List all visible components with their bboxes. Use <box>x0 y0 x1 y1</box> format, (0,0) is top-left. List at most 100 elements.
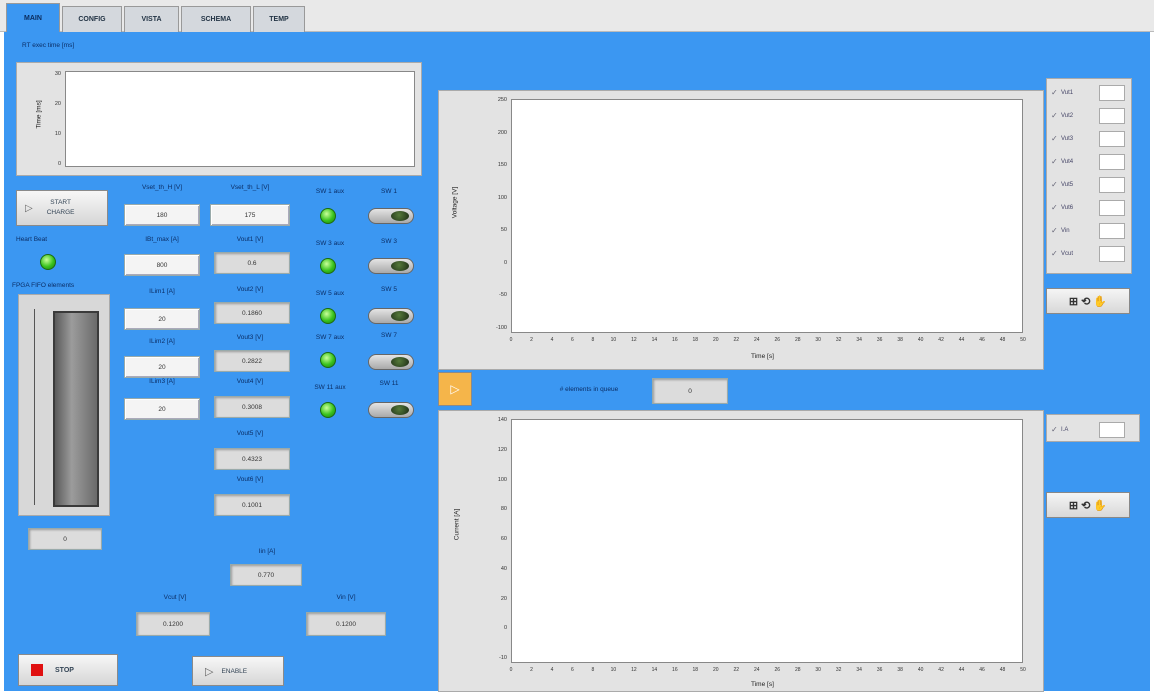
enable-button[interactable]: ▷ ENABLE <box>192 656 284 686</box>
vout1-label: Vout1 [V] <box>236 236 264 243</box>
legend-item-vut3[interactable]: ✓ Vut3 <box>1051 129 1129 148</box>
current-chart-frame: Current [A] 140 120 100 80 60 40 20 0 -10 024681… <box>438 410 1044 692</box>
x-tick-label: 32 <box>835 337 842 343</box>
legend-item-vcut[interactable]: ✓ Vcut <box>1051 244 1129 263</box>
vin-label: Vin [V] <box>336 594 356 601</box>
voltage-legend: ✓ Vut1 ✓ Vut2 ✓ Vut3 ✓ Vut4 ✓ Vut5 ✓ Vut6 ✓ Vin… <box>1046 78 1132 274</box>
x-tick-label: 44 <box>958 337 965 343</box>
x-tick-label: 16 <box>672 337 678 343</box>
start-charge-button[interactable]: ▷ START CHARGE <box>16 190 108 226</box>
check-icon: ✓ <box>1051 425 1058 434</box>
plot-style-swatch[interactable] <box>1099 107 1125 124</box>
voltage-plot-area[interactable] <box>511 99 1023 333</box>
x-tick-label: 46 <box>979 337 985 343</box>
sw3-toggle[interactable] <box>368 258 414 274</box>
vout4-readout: 0.3008 <box>214 396 290 418</box>
x-tick-label: 6 <box>571 337 574 343</box>
queue-readout: 0 <box>652 378 728 404</box>
tab-main[interactable]: MAIN <box>6 3 60 33</box>
fifo-value: 0 <box>28 528 102 550</box>
tab-bar: MAIN CONFIG VISTA SCHEMA TEMP <box>0 0 1154 33</box>
ilim2-field[interactable]: 20 <box>124 356 200 378</box>
rt-ytick: 10 <box>54 131 61 137</box>
legend-item-vut2[interactable]: ✓ Vut2 <box>1051 106 1129 125</box>
stop-icon <box>31 664 43 676</box>
sw7-toggle[interactable] <box>368 354 414 370</box>
x-tick-label: 0 <box>509 667 513 673</box>
vin-readout: 0.1200 <box>306 612 386 636</box>
sw1-toggle[interactable] <box>368 208 414 224</box>
x-tick-label: 22 <box>733 337 740 343</box>
y-tick-label: 80 <box>500 506 507 513</box>
check-icon: ✓ <box>1051 180 1058 189</box>
plot-style-swatch[interactable] <box>1099 421 1125 438</box>
y-tick-label: 200 <box>497 129 507 136</box>
x-tick-label: 6 <box>571 667 574 673</box>
tab-vista[interactable]: VISTA <box>124 6 179 32</box>
plot-style-swatch[interactable] <box>1099 222 1125 239</box>
enable-label: ENABLE <box>221 667 248 675</box>
legend-item-vin[interactable]: ✓ Vin <box>1051 221 1129 240</box>
stop-button[interactable]: STOP <box>18 654 118 686</box>
x-tick-label: 34 <box>856 667 862 673</box>
sw1-aux-label: SW 1 aux <box>315 188 345 195</box>
iin-readout: 0.770 <box>230 564 302 586</box>
sw7-aux-label: SW 7 aux <box>315 334 345 341</box>
play-icon: ▷ <box>25 202 33 214</box>
plot-style-swatch[interactable] <box>1099 176 1125 193</box>
plot-style-swatch[interactable] <box>1099 153 1125 170</box>
x-tick-label: 4 <box>550 337 554 343</box>
legend-item-vut5[interactable]: ✓ Vut5 <box>1051 175 1129 194</box>
x-tick-label: 32 <box>835 667 842 673</box>
legend-item-vut6[interactable]: ✓ Vut6 <box>1051 198 1129 217</box>
check-icon: ✓ <box>1051 203 1058 212</box>
ibt-max-field[interactable]: 800 <box>124 254 200 276</box>
ilim3-field[interactable]: 20 <box>124 398 200 420</box>
y-tick-label: 100 <box>497 476 507 483</box>
queue-icon-button[interactable]: ▷ <box>438 372 472 406</box>
voltage-ylabel: Voltage [V] <box>451 186 459 219</box>
x-tick-label: 4 <box>550 667 554 673</box>
rt-graph-frame: Time [ms] 30 20 10 0 <box>16 62 422 176</box>
x-tick-label: 50 <box>1020 667 1026 673</box>
tab-schema[interactable]: SCHEMA <box>181 6 251 32</box>
vout6-label: Vout6 [V] <box>236 476 264 483</box>
check-icon: ✓ <box>1051 111 1058 120</box>
sw5-label: SW 5 <box>381 286 397 293</box>
x-tick-label: 42 <box>938 337 944 343</box>
plot-style-swatch[interactable] <box>1099 245 1125 262</box>
current-graph-tools[interactable]: ⊞ ⟲ ✋ <box>1046 492 1130 518</box>
y-tick-label: 250 <box>497 97 507 103</box>
vset-l-field[interactable]: 175 <box>210 204 290 226</box>
vout2-readout: 0.1860 <box>214 302 290 324</box>
rt-plot-area[interactable] <box>65 71 415 167</box>
sw5-aux-led <box>320 308 336 324</box>
tab-config[interactable]: CONFIG <box>62 6 122 32</box>
fifo-gauge-frame <box>18 294 110 516</box>
plot-style-swatch[interactable] <box>1099 199 1125 216</box>
x-tick-label: 2 <box>530 337 533 343</box>
tab-temp[interactable]: TEMP <box>253 6 305 32</box>
ilim1-field[interactable]: 20 <box>124 308 200 330</box>
voltage-graph-tools[interactable]: ⊞ ⟲ ✋ <box>1046 288 1130 314</box>
sw5-toggle[interactable] <box>368 308 414 324</box>
current-plot-area[interactable] <box>511 419 1023 663</box>
sw11-toggle[interactable] <box>368 402 414 418</box>
vset-h-field[interactable]: 180 <box>124 204 200 226</box>
x-tick-label: 48 <box>999 337 1006 343</box>
sw5-aux-label: SW 5 aux <box>315 290 345 297</box>
vcut-label: Vcut [V] <box>163 594 187 601</box>
legend-item-vut4[interactable]: ✓ Vut4 <box>1051 152 1129 171</box>
legend-item-ia[interactable]: ✓ I.A <box>1051 420 1129 439</box>
x-tick-label: 18 <box>692 337 699 343</box>
legend-item-vut1[interactable]: ✓ Vut1 <box>1051 83 1129 102</box>
plot-style-swatch[interactable] <box>1099 130 1125 147</box>
sw3-aux-led <box>320 258 336 274</box>
y-tick-label: -10 <box>499 655 507 661</box>
start-charge-line1: START <box>50 199 71 206</box>
rt-graph-title: RT exec time [ms] <box>22 42 75 49</box>
x-tick-label: 46 <box>979 667 985 673</box>
x-tick-label: 2 <box>530 667 533 673</box>
x-tick-label: 28 <box>794 667 801 673</box>
plot-style-swatch[interactable] <box>1099 84 1125 101</box>
